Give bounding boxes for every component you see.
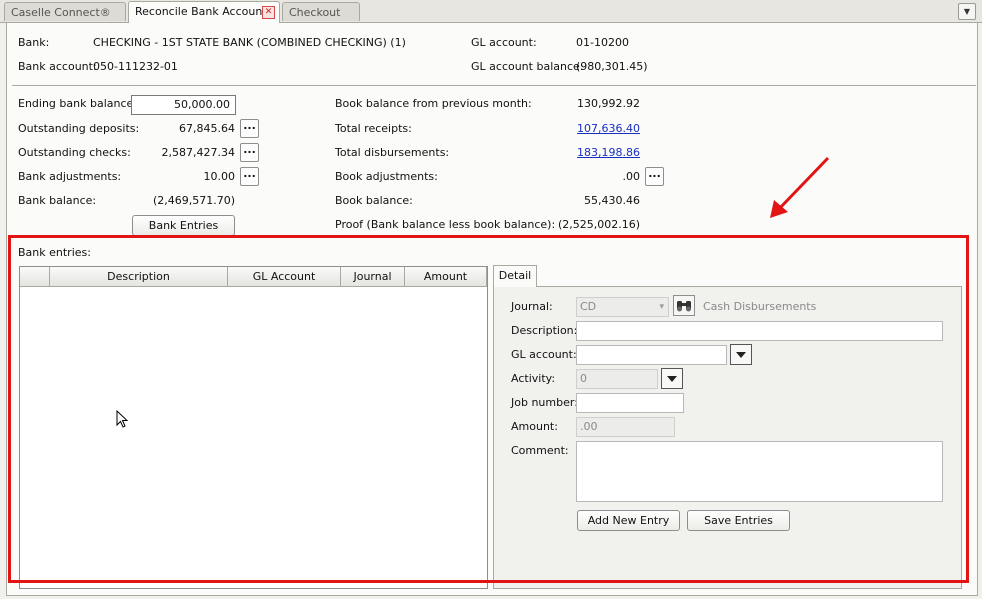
book-adjustments-button[interactable]: ... — [645, 167, 664, 186]
outstanding-checks-value: 2,587,427.34 — [161, 146, 235, 159]
journal-value: CD — [580, 300, 597, 313]
journal-name: Cash Disbursements — [703, 300, 817, 313]
column-header-description[interactable]: Description — [50, 267, 228, 287]
column-header-journal[interactable]: Journal — [341, 267, 405, 287]
description-label: Description: — [511, 324, 578, 337]
book-balance-label: Book balance: — [335, 194, 413, 207]
bank-adjustments-button[interactable]: ... — [240, 167, 259, 186]
bank-account-label: Bank account: — [18, 60, 97, 73]
outstanding-deposits-label: Outstanding deposits: — [18, 122, 140, 135]
mouse-cursor-icon — [116, 410, 129, 428]
prev-month-value: 130,992.92 — [577, 97, 640, 110]
amount-label: Amount: — [511, 420, 558, 433]
annotation-arrow — [770, 156, 830, 218]
bank-label: Bank: — [18, 36, 50, 49]
close-icon[interactable]: ✕ — [262, 6, 275, 19]
journal-label: Journal: — [511, 300, 553, 313]
tab-checkout[interactable]: Checkout — [282, 2, 360, 21]
total-disbursements-link[interactable]: 183,198.86 — [577, 146, 640, 159]
bank-adjustments-value: 10.00 — [203, 170, 236, 183]
column-header-amount[interactable]: Amount — [405, 267, 487, 287]
ending-balance-input[interactable]: 50,000.00 — [131, 95, 236, 115]
binoculars-icon[interactable] — [673, 295, 695, 316]
outstanding-checks-button[interactable]: ... — [240, 143, 259, 162]
journal-select[interactable]: CD ▾ — [576, 297, 669, 317]
gl-account-input[interactable] — [576, 345, 727, 365]
gl-balance-value: (980,301.45) — [576, 60, 648, 73]
add-new-entry-button[interactable]: Add New Entry — [577, 510, 680, 531]
prev-month-label: Book balance from previous month: — [335, 97, 532, 110]
tab-detail[interactable]: Detail — [493, 265, 537, 287]
tab-reconcile-bank-accounts[interactable]: Reconcile Bank Accounts ✕ — [128, 1, 280, 23]
total-receipts-link[interactable]: 107,636.40 — [577, 122, 640, 135]
bank-account-value: 050-111232-01 — [93, 60, 178, 73]
activity-input[interactable]: 0 — [576, 369, 658, 389]
save-entries-button[interactable]: Save Entries — [687, 510, 790, 531]
outstanding-deposits-value: 67,845.64 — [179, 122, 235, 135]
bank-balance-label: Bank balance: — [18, 194, 97, 207]
comment-label: Comment: — [511, 444, 569, 457]
tab-caselle-connect[interactable]: Caselle Connect® — [4, 2, 126, 21]
proof-label: Proof (Bank balance less book balance): — [335, 218, 556, 231]
proof-value: (2,525,002.16) — [557, 218, 640, 231]
total-receipts-label: Total receipts: — [335, 122, 412, 135]
tab-label: Caselle Connect® — [11, 6, 111, 19]
activity-label: Activity: — [511, 372, 556, 385]
gl-balance-label: GL account balance: — [471, 60, 584, 73]
book-adjustments-label: Book adjustments: — [335, 170, 438, 183]
activity-dropdown-button[interactable] — [661, 368, 683, 389]
gl-account-label: GL account: — [471, 36, 537, 49]
book-adjustments-value: .00 — [622, 170, 641, 183]
bank-balance-value: (2,469,571.70) — [152, 194, 235, 207]
bank-entries-grid[interactable]: Description GL Account Journal Amount — [19, 266, 488, 589]
comment-textarea[interactable] — [576, 441, 943, 502]
outstanding-deposits-button[interactable]: ... — [240, 119, 259, 138]
divider — [12, 85, 976, 86]
tab-label: Detail — [498, 269, 532, 282]
amount-input[interactable]: .00 — [576, 417, 675, 437]
gl-account-field-label: GL account: — [511, 348, 577, 361]
chevron-down-icon[interactable]: ▼ — [958, 3, 976, 20]
gl-account-dropdown-button[interactable] — [730, 344, 752, 365]
column-header-gl-account[interactable]: GL Account — [228, 267, 341, 287]
tab-label: Checkout — [289, 6, 341, 19]
tab-strip: Caselle Connect® Reconcile Bank Accounts… — [0, 0, 982, 23]
bank-value: CHECKING - 1ST STATE BANK (COMBINED CHEC… — [93, 36, 406, 49]
gl-account-value: 01-10200 — [576, 36, 629, 49]
chevron-down-icon: ▾ — [659, 302, 664, 312]
description-input[interactable] — [576, 321, 943, 341]
job-number-input[interactable] — [576, 393, 684, 413]
bank-entries-button[interactable]: Bank Entries — [132, 215, 235, 236]
total-disbursements-label: Total disbursements: — [335, 146, 450, 159]
bank-adjustments-label: Bank adjustments: — [18, 170, 122, 183]
tab-label: Reconcile Bank Accounts — [135, 5, 273, 18]
book-balance-value: 55,430.46 — [584, 194, 640, 207]
row-selector-header — [20, 267, 50, 287]
ending-balance-label: Ending bank balance: — [18, 97, 137, 110]
job-number-label: Job number: — [511, 396, 578, 409]
outstanding-checks-label: Outstanding checks: — [18, 146, 131, 159]
bank-entries-section-label: Bank entries: — [18, 246, 91, 259]
